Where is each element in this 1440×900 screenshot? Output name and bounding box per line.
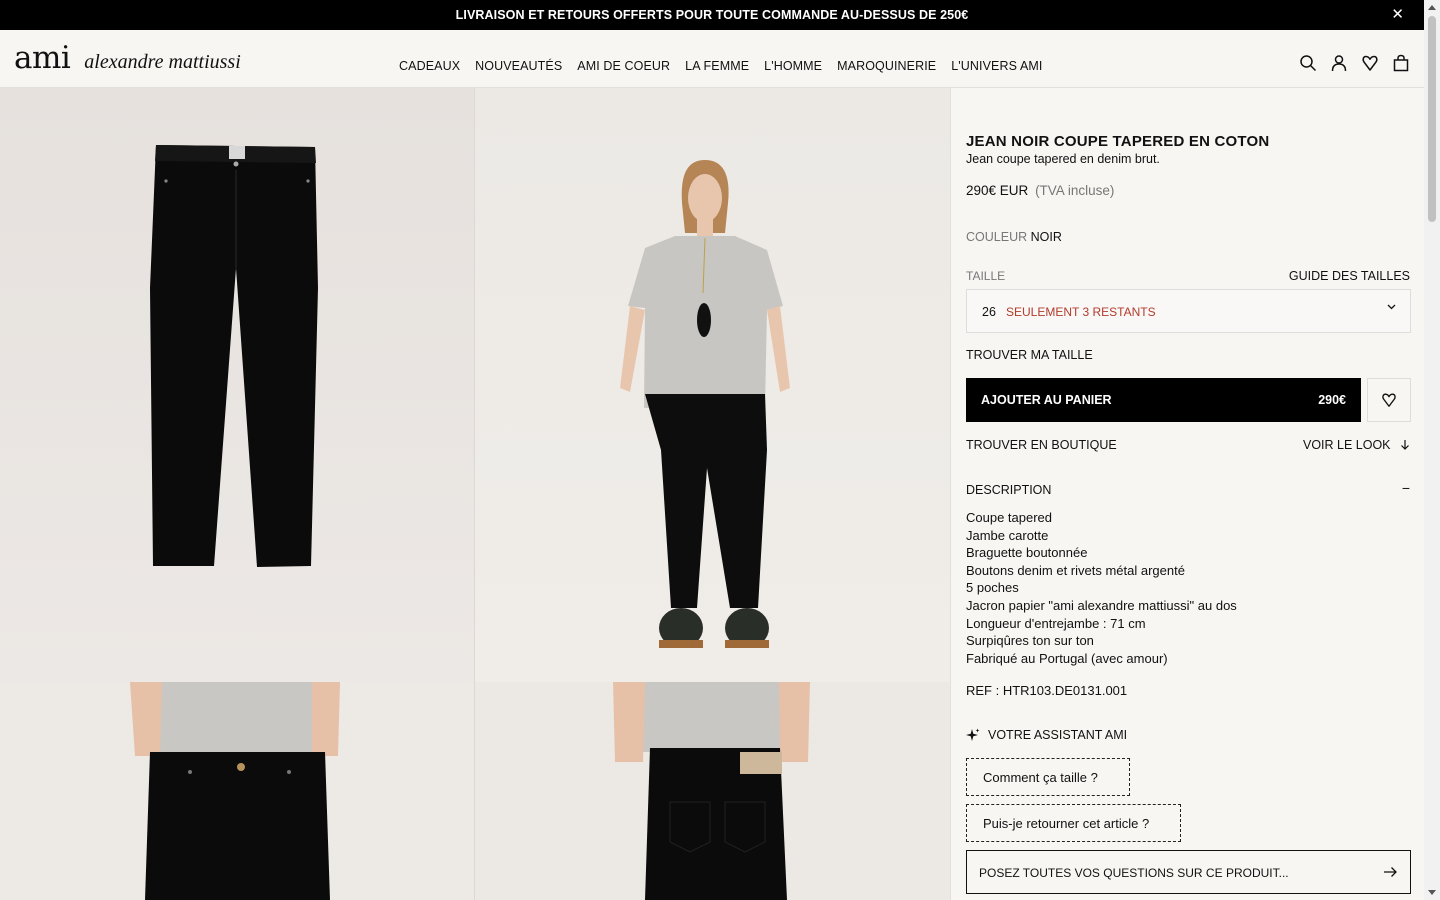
scrollbar-thumb[interactable]	[1428, 16, 1436, 222]
product-title: JEAN NOIR COUPE TAPERED EN COTON	[966, 133, 1270, 150]
description-item: Jacron papier "ami alexandre mattiussi" …	[966, 597, 1237, 613]
size-selected: 26	[982, 305, 996, 319]
description-item: Braguette boutonnée	[966, 545, 1088, 561]
product-info-panel: JEAN NOIR COUPE TAPERED EN COTON Jean co…	[950, 88, 1424, 900]
scroll-up-icon[interactable]	[1428, 5, 1436, 10]
nav-item-la-femme[interactable]: LA FEMME	[685, 59, 749, 73]
add-to-cart-label: AJOUTER AU PANIER	[981, 393, 1112, 407]
description-list: Coupe tapered Jambe carotte Braguette bo…	[966, 509, 1237, 667]
see-look-link[interactable]: VOIR LE LOOK	[1303, 438, 1410, 452]
product-gallery	[0, 88, 950, 900]
promo-banner: LIVRAISON ET RETOURS OFFERTS POUR TOUTE …	[0, 0, 1424, 30]
nav-item-l-univers-ami[interactable]: L'UNIVERS AMI	[951, 59, 1042, 73]
description-item: Surpiqûres ton sur ton	[966, 633, 1094, 649]
product-image-detail-back[interactable]	[475, 682, 950, 900]
description-item: Jambe carotte	[966, 527, 1049, 543]
nav-item-maroquinerie[interactable]: MAROQUINERIE	[837, 59, 936, 73]
jeans-flat-illustration	[150, 145, 318, 567]
detail-front-illustration	[130, 682, 340, 900]
question-return-button[interactable]: Puis-je retourner cet article ?	[966, 804, 1181, 842]
nav-item-cadeaux[interactable]: CADEAUX	[399, 59, 460, 73]
close-icon[interactable]: ✕	[1391, 7, 1404, 23]
sparkle-icon	[966, 728, 980, 741]
arrow-down-icon	[1401, 440, 1409, 450]
tax-note: (TVA incluse)	[1035, 183, 1115, 198]
assistant-header: VOTRE ASSISTANT AMI	[966, 728, 1127, 742]
size-guide-link[interactable]: GUIDE DES TAILLES	[1289, 269, 1410, 283]
nav-item-ami-de-coeur[interactable]: AMI DE COEUR	[577, 59, 670, 73]
product-image-flat[interactable]	[0, 88, 475, 682]
logo-name: alexandre mattiussi	[84, 51, 241, 73]
detail-back-illustration	[613, 682, 810, 900]
description-item: Coupe tapered	[966, 510, 1053, 525]
product-image-detail-front[interactable]	[0, 682, 475, 900]
color-label: COULEUR	[966, 230, 1028, 244]
heart-icon	[1382, 393, 1396, 407]
account-icon[interactable]	[1330, 54, 1348, 72]
assistant-title: VOTRE ASSISTANT AMI	[988, 728, 1128, 742]
search-icon[interactable]	[1299, 54, 1317, 72]
ask-question-button[interactable]: POSEZ TOUTES VOS QUESTIONS SUR CE PRODUI…	[966, 850, 1411, 894]
see-look-label: VOIR LE LOOK	[1302, 438, 1391, 452]
size-label: TAILLE	[966, 269, 1006, 283]
product-price: 290€ EUR	[966, 183, 1029, 198]
description-item: Boutons denim et rivets métal argenté	[966, 562, 1185, 578]
add-to-cart-price: 290€	[1318, 393, 1346, 407]
product-subtitle: Jean coupe tapered en denim brut.	[966, 152, 1160, 166]
chevron-down-icon	[1387, 304, 1396, 310]
add-to-cart-button[interactable]: AJOUTER AU PANIER 290€	[966, 378, 1361, 422]
arrow-right-icon	[1384, 867, 1397, 877]
nav-item-l-homme[interactable]: L'HOMME	[764, 59, 822, 73]
brand-logo[interactable]: ami alexandre mattiussi	[14, 40, 241, 76]
size-select[interactable]: 26 SEULEMENT 3 RESTANTS	[966, 289, 1411, 333]
find-size-link[interactable]: TROUVER MA TAILLE	[966, 348, 1093, 362]
product-image-model-front[interactable]	[475, 88, 950, 682]
ask-question-label: POSEZ TOUTES VOS QUESTIONS SUR CE PRODUI…	[979, 866, 1289, 880]
find-in-store-link[interactable]: TROUVER EN BOUTIQUE	[966, 438, 1117, 452]
color-row: COULEUR NOIR	[966, 230, 1062, 244]
main-nav: CADEAUX NOUVEAUTÉS AMI DE COEUR LA FEMME…	[399, 59, 1042, 73]
logo-mark: ami	[14, 40, 71, 76]
add-to-wishlist-button[interactable]	[1367, 378, 1411, 422]
wishlist-icon[interactable]	[1361, 54, 1379, 72]
description-title[interactable]: DESCRIPTION	[966, 483, 1051, 497]
description-item: Longueur d'entrejambe : 71 cm	[966, 615, 1146, 631]
collapse-icon[interactable]: −	[1402, 480, 1410, 496]
site-header: ami alexandre mattiussi CADEAUX NOUVEAUT…	[0, 30, 1424, 88]
promo-banner-text: LIVRAISON ET RETOURS OFFERTS POUR TOUTE …	[455, 8, 969, 22]
color-value: NOIR	[1030, 230, 1062, 244]
product-ref: REF : HTR103.DE0131.001	[966, 683, 1128, 698]
header-icons	[1299, 54, 1410, 72]
model-illustration	[620, 160, 790, 648]
page-scrollbar[interactable]	[1424, 0, 1440, 900]
nav-item-nouveautes[interactable]: NOUVEAUTÉS	[475, 59, 562, 73]
scroll-down-icon[interactable]	[1428, 890, 1436, 895]
description-item: Fabriqué au Portugal (avec amour)	[966, 650, 1168, 666]
bag-icon[interactable]	[1392, 54, 1410, 72]
description-item: 5 poches	[966, 580, 1019, 596]
stock-note: SEULEMENT 3 RESTANTS	[1006, 305, 1156, 319]
product-price-row: 290€ EUR (TVA incluse)	[966, 183, 1114, 198]
question-fit-button[interactable]: Comment ça taille ?	[966, 758, 1130, 796]
